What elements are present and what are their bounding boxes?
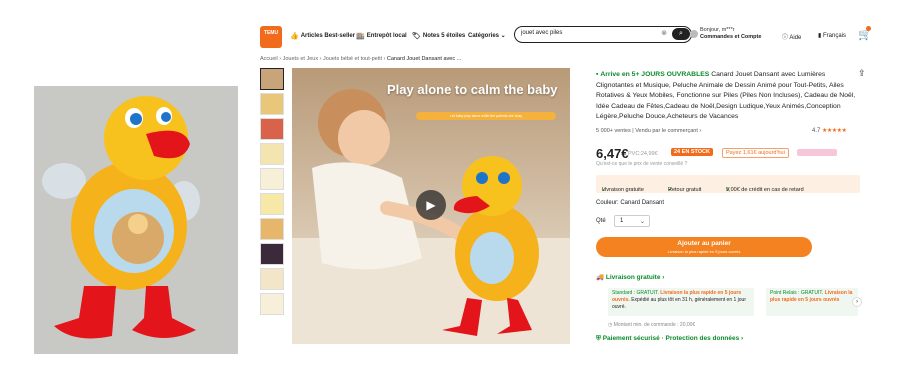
product-title: ▪ Arrive en 5+ JOURS OUVRABLES Canard Jo… bbox=[596, 70, 858, 123]
chevron-right-icon: › bbox=[856, 299, 858, 305]
min-order: ◷ Montant min. de commande : 20,00€ bbox=[608, 322, 695, 328]
shipping-option-standard: Standard : GRATUIT. Livraison la plus ra… bbox=[608, 288, 754, 316]
thumbnail[interactable] bbox=[260, 143, 284, 165]
search-bar[interactable]: jouet avec piles ⊗ ⌕ bbox=[514, 26, 692, 43]
shipping-section-title[interactable]: 🚚 Livraison gratuite › bbox=[596, 273, 664, 281]
help-label: Aide bbox=[789, 35, 802, 41]
breadcrumb: Accueil › Jouets et Jeux › Jouets bébé e… bbox=[260, 56, 462, 62]
account-menu[interactable]: Bonjour, m***r Commandes et Compte bbox=[700, 27, 761, 41]
installment-offer[interactable]: Payez 1,61€ aujourd'hui bbox=[722, 148, 789, 158]
sales-text: 5 000+ ventes | Vendu par le commerçant bbox=[596, 128, 698, 134]
secure-payment-link[interactable]: ⛨ Paiement sécurisé · Protection des don… bbox=[596, 335, 743, 343]
thumbnail[interactable] bbox=[260, 193, 284, 215]
clock-icon: ◷ bbox=[608, 322, 613, 328]
search-icon: ⌕ bbox=[679, 30, 683, 37]
thumbnail[interactable] bbox=[260, 293, 284, 315]
share-icon[interactable]: ⇪ bbox=[858, 68, 866, 79]
nav-five-star[interactable]: 🏷 Notes 5 étoiles bbox=[412, 32, 465, 40]
language-selector[interactable]: ▮ Français bbox=[818, 32, 846, 39]
add-to-cart-button[interactable]: Ajouter au panier Livraison la plus rapi… bbox=[596, 237, 812, 257]
thumbnail[interactable] bbox=[260, 118, 284, 140]
perk-label: 5,00€ de crédit en cas de retard bbox=[726, 187, 804, 193]
help-icon: ⓘ bbox=[782, 35, 789, 41]
breadcrumb-home[interactable]: Accueil bbox=[260, 56, 278, 62]
rating-stars: ★★★★★ bbox=[822, 128, 847, 134]
thumbnail[interactable] bbox=[260, 268, 284, 290]
play-button[interactable]: ▶ bbox=[416, 190, 446, 220]
secure-payment-text: Paiement sécurisé · Protection des donné… bbox=[602, 335, 744, 342]
quantity-label: Qté bbox=[596, 218, 606, 224]
nav-categories[interactable]: Catégories ⌄ bbox=[468, 32, 506, 39]
thumbnail[interactable] bbox=[260, 243, 284, 265]
recommended-price: PVC:24,99€ bbox=[628, 151, 658, 157]
perk-label: Livraison gratuite bbox=[602, 187, 644, 193]
relay-label: Point Relais : GRATUIT. bbox=[770, 290, 824, 296]
search-input[interactable]: jouet avec piles bbox=[521, 30, 562, 36]
nav-label: Notes 5 étoiles bbox=[422, 33, 466, 39]
help-link[interactable]: ⓘ Aide bbox=[782, 32, 801, 41]
sales-info[interactable]: 5 000+ ventes | Vendu par le commerçant … bbox=[596, 128, 701, 134]
media-banner: Play alone to calm the baby bbox=[387, 82, 558, 97]
clear-search-icon[interactable]: ⊗ bbox=[661, 29, 667, 37]
nav-label: Articles Best-seller bbox=[300, 33, 356, 39]
thumbnail-list bbox=[260, 68, 286, 318]
next-shipping-option-button[interactable]: › bbox=[852, 297, 862, 307]
min-order-text: Montant min. de commande : 20,00€ bbox=[613, 322, 696, 328]
play-icon: ▶ bbox=[426, 198, 436, 212]
price-reference-link[interactable]: Qu'est-ce que le prix de vente conseillé… bbox=[596, 161, 687, 167]
nav-label: Catégories ⌄ bbox=[468, 33, 506, 39]
language-label: Français bbox=[822, 33, 846, 39]
star-badge-icon: 🏷 bbox=[412, 33, 421, 40]
shipping-title-text: Livraison gratuite › bbox=[605, 274, 665, 281]
thumbnail[interactable] bbox=[260, 218, 284, 240]
quantity-value: 1 bbox=[620, 218, 624, 224]
breadcrumb-baby-toys[interactable]: Jouets bébé et tout-petit bbox=[323, 56, 382, 62]
product-title-text: Canard Jouet Dansant avec Lumières Clign… bbox=[596, 71, 856, 121]
product-page: TEMU 👍 Articles Best-seller 🏬 Entrepôt loc… bbox=[252, 20, 907, 360]
perks-bar: ✓ Livraison gratuite ✓ Retour gratuit ✓ … bbox=[596, 175, 860, 193]
truck-icon: 🚚 bbox=[596, 274, 605, 281]
quantity-select[interactable]: 1 ⌄ bbox=[614, 215, 650, 227]
account-link: Commandes et Compte bbox=[700, 34, 762, 40]
shield-icon: ⛨ bbox=[596, 335, 601, 342]
add-to-cart-sublabel: Livraison la plus rapide en 5 jours ouvr… bbox=[667, 249, 741, 254]
rating-value: 4.7 bbox=[812, 128, 821, 134]
rating[interactable]: 4.7 ★★★★★ bbox=[812, 127, 847, 134]
shipping-option-relay: Point Relais : GRATUIT. Livraison la plu… bbox=[766, 288, 858, 316]
breadcrumb-toys[interactable]: Jouets et Jeux bbox=[283, 56, 318, 62]
thumbnail-video[interactable] bbox=[260, 68, 284, 90]
stock-badge: 24 EN STOCK bbox=[671, 148, 713, 156]
product-photo bbox=[34, 86, 238, 354]
thumbnail[interactable] bbox=[260, 168, 284, 190]
chevron-down-icon: ⌄ bbox=[639, 219, 645, 225]
breadcrumb-current: Canard Jouet Dansant avec ... bbox=[386, 56, 462, 62]
thumbnail[interactable] bbox=[260, 93, 284, 115]
delivery-truck-icon: ▪ bbox=[596, 71, 599, 78]
nav-best-sellers[interactable]: 👍 Articles Best-seller bbox=[290, 32, 355, 40]
standard-note: Expédié au plus tôt en 31 h, généralemen… bbox=[612, 297, 746, 310]
nav-label: Entrepôt local bbox=[366, 33, 407, 39]
color-label: Couleur: Canard Dansant bbox=[596, 200, 665, 206]
standard-label: Standard : GRATUIT. bbox=[612, 290, 659, 296]
avatar[interactable] bbox=[690, 30, 698, 38]
account-greeting: Bonjour, m***r bbox=[700, 27, 735, 33]
media-sub-banner: Let baby play alone while the parents ar… bbox=[416, 112, 556, 120]
logo-text: TEMU bbox=[263, 30, 279, 36]
nav-local-warehouse[interactable]: 🏬 Entrepôt local bbox=[356, 32, 407, 40]
dancing-duck-toy-image bbox=[34, 86, 238, 354]
add-to-cart-label: Ajouter au panier bbox=[677, 240, 731, 247]
thumbs-up-icon: 👍 bbox=[290, 33, 299, 40]
flag-icon: ▮ bbox=[818, 33, 822, 39]
price: 6,47€ bbox=[596, 146, 629, 161]
payment-provider-logo bbox=[797, 149, 837, 156]
main-product-media[interactable]: Play alone to calm the baby Let baby pla… bbox=[292, 68, 570, 344]
chevron-right-icon: › bbox=[699, 128, 702, 134]
search-button[interactable]: ⌕ bbox=[672, 28, 690, 40]
temu-logo[interactable]: TEMU bbox=[260, 26, 282, 48]
perk-label: Retour gratuit bbox=[668, 187, 702, 193]
store-icon: 🏬 bbox=[356, 33, 365, 40]
delivery-estimate: Arrive en 5+ JOURS OUVRABLES bbox=[600, 71, 710, 78]
cart-badge bbox=[866, 26, 871, 31]
